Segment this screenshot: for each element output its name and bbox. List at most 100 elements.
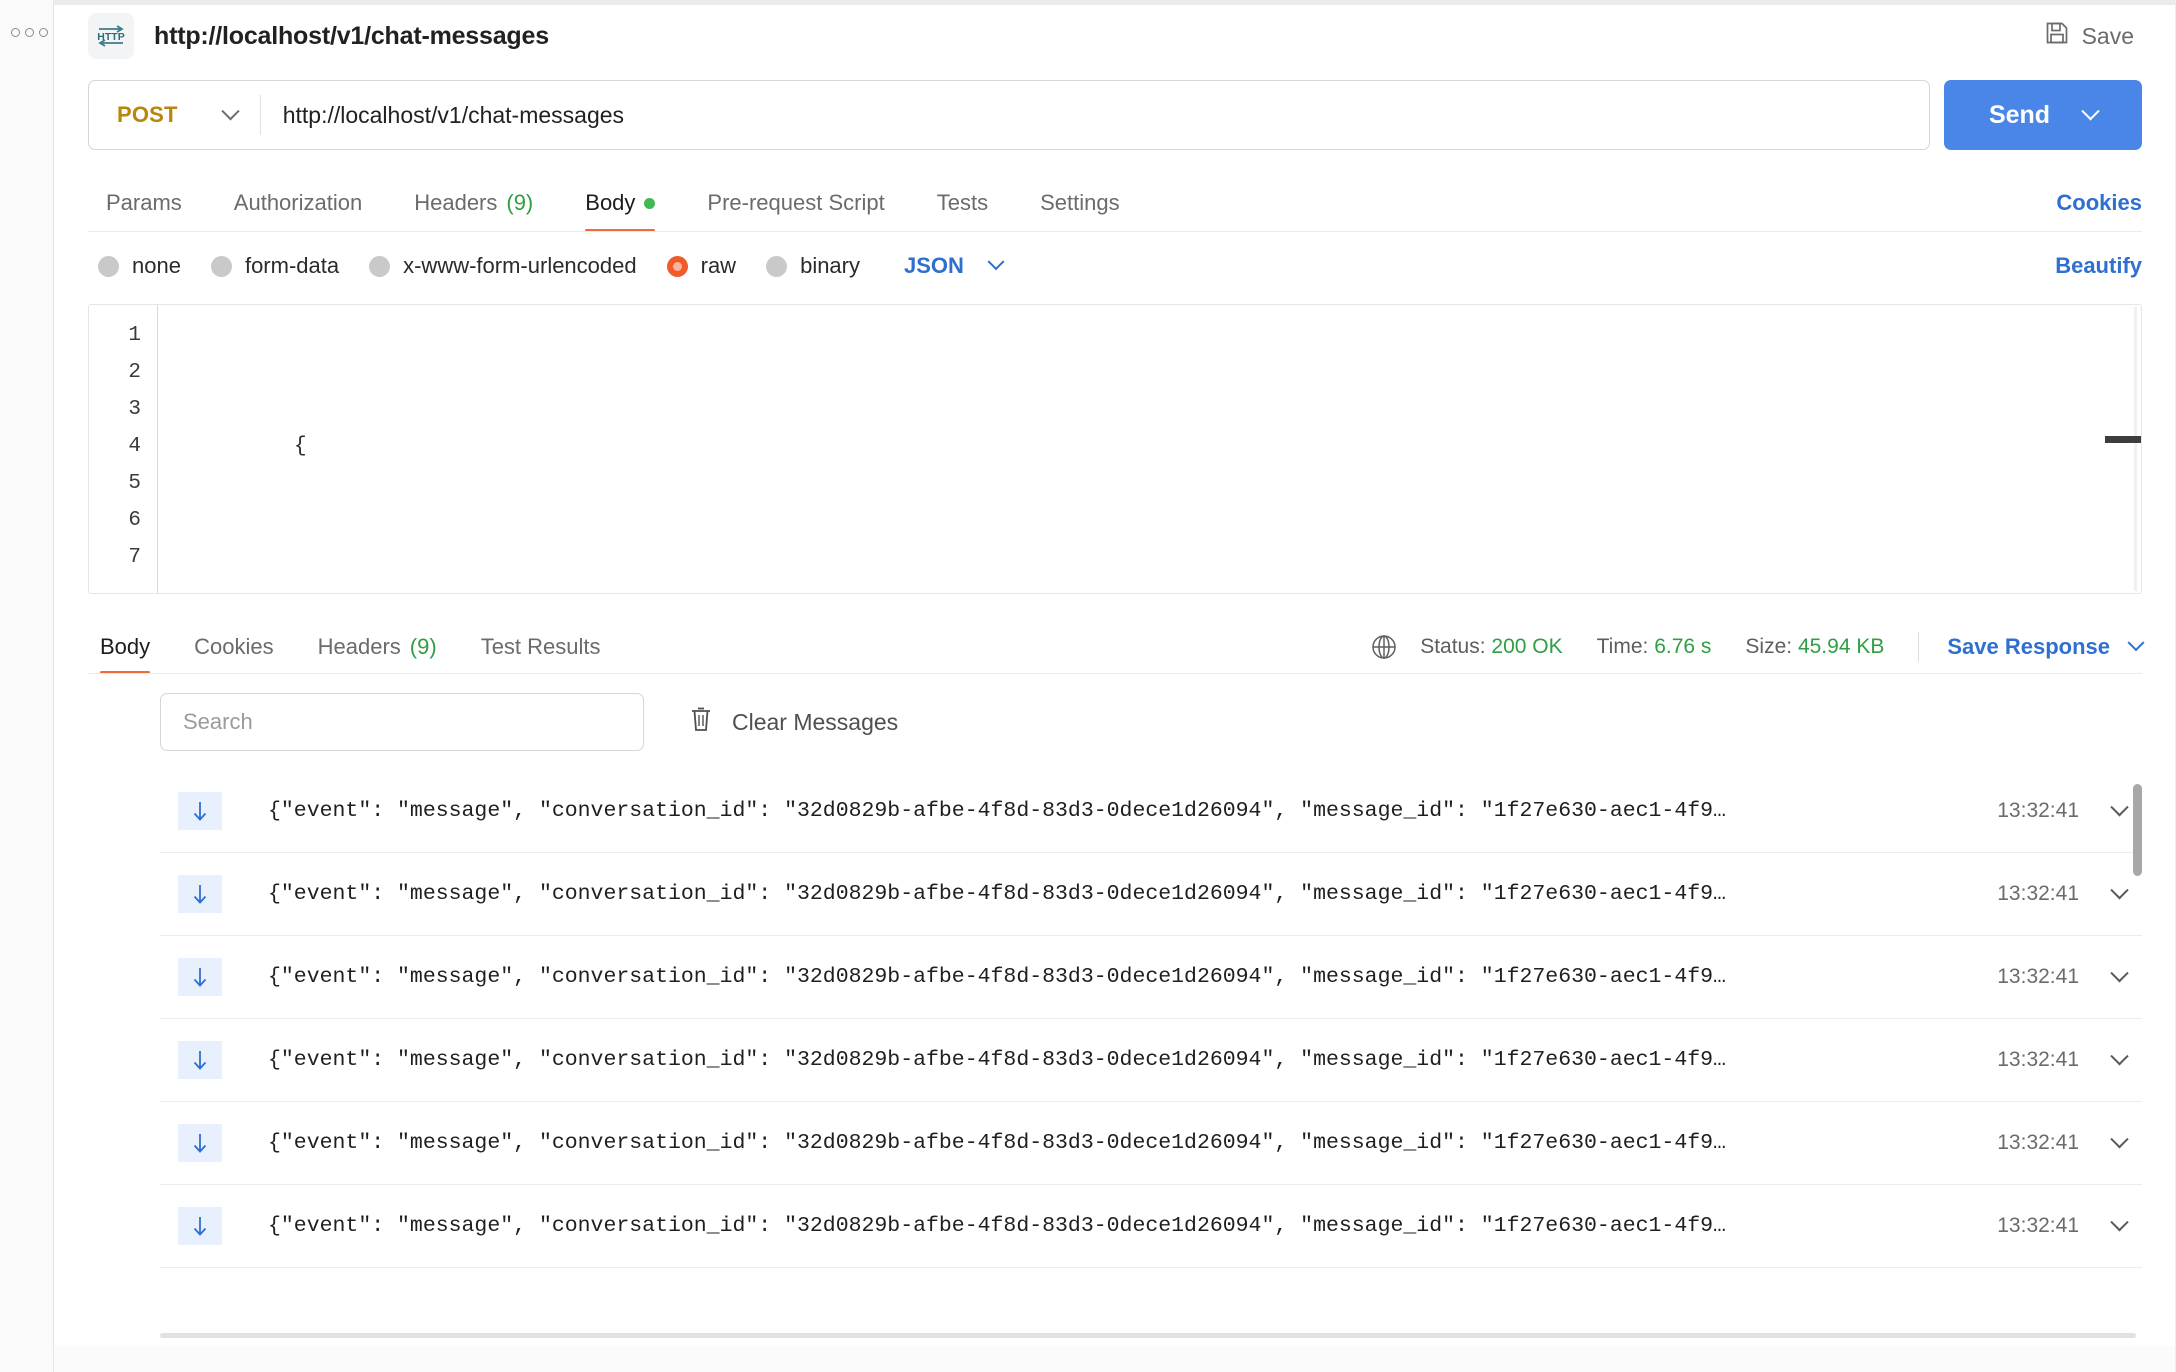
response-tab-headers[interactable]: Headers (9) xyxy=(296,634,459,674)
method-label: POST xyxy=(117,102,178,128)
tab-pre-request-script[interactable]: Pre-request Script xyxy=(681,190,910,232)
body-format-label: JSON xyxy=(904,253,964,279)
tab-count: (9) xyxy=(410,634,437,660)
message-row[interactable]: {"event": "message", "conversation_id": … xyxy=(160,1019,2142,1102)
arrow-down-icon xyxy=(178,1207,222,1245)
response-tabs-divider xyxy=(88,673,2142,674)
save-response-label: Save Response xyxy=(1947,634,2110,660)
request-body-editor[interactable]: 1 2 3 4 5 6 7 { ····"inputs":{}, ····"qu… xyxy=(88,304,2142,594)
chevron-down-icon[interactable] xyxy=(2113,1137,2126,1150)
send-button-label: Send xyxy=(1989,101,2050,130)
tab-settings[interactable]: Settings xyxy=(1014,190,1146,232)
status-code-readout: Status: 200 OK xyxy=(1420,635,1562,659)
message-row[interactable]: {"event": "message", "conversation_id": … xyxy=(160,770,2142,853)
response-tab-cookies[interactable]: Cookies xyxy=(172,634,295,674)
body-type-label: raw xyxy=(701,253,736,279)
message-row[interactable]: {"event": "message", "conversation_id": … xyxy=(160,853,2142,936)
url-input[interactable] xyxy=(261,102,1929,129)
message-text: {"event": "message", "conversation_id": … xyxy=(268,1048,1973,1072)
tab-tests[interactable]: Tests xyxy=(911,190,1014,232)
postman-window: HTTP http://localhost/v1/chat-messages S… xyxy=(0,0,2176,1372)
tab-label: Tests xyxy=(937,190,988,216)
radio-icon[interactable] xyxy=(369,256,390,277)
radio-icon[interactable] xyxy=(211,256,232,277)
response-tab-body[interactable]: Body xyxy=(88,634,172,674)
chevron-down-icon xyxy=(2128,634,2145,651)
tab-body[interactable]: Body xyxy=(559,190,681,232)
response-time-readout: Time: 6.76 s xyxy=(1597,635,1712,659)
send-button[interactable]: Send xyxy=(1944,80,2142,150)
chevron-down-icon[interactable] xyxy=(2113,1054,2126,1067)
message-timestamp: 13:32:41 xyxy=(1997,1048,2079,1072)
tab-headers[interactable]: Headers (9) xyxy=(388,190,559,232)
svg-text:HTTP: HTTP xyxy=(97,31,124,43)
response-tab-test-results[interactable]: Test Results xyxy=(459,634,623,674)
tab-label: Params xyxy=(106,190,182,216)
url-input-group: POST xyxy=(88,80,1930,150)
message-text: {"event": "message", "conversation_id": … xyxy=(268,882,1973,906)
request-titlebar: HTTP http://localhost/v1/chat-messages S… xyxy=(54,0,2176,72)
editor-current-line-marker xyxy=(2105,436,2141,443)
code-line: ····"inputs":{}, xyxy=(162,576,2141,593)
chevron-down-icon[interactable] xyxy=(2113,805,2126,818)
ellipsis-icon[interactable] xyxy=(11,28,48,37)
message-row[interactable]: {"event": "message", "conversation_id": … xyxy=(160,1185,2142,1268)
line-number: 7 xyxy=(89,539,157,576)
message-timestamp: 13:32:41 xyxy=(1997,965,2079,989)
message-text: {"event": "message", "conversation_id": … xyxy=(268,1214,1973,1238)
chevron-down-icon[interactable] xyxy=(2113,971,2126,984)
body-type-binary[interactable]: binary xyxy=(766,253,860,279)
code-token: { xyxy=(294,435,307,458)
url-bar: POST Send xyxy=(54,80,2176,150)
clear-messages-button[interactable]: Clear Messages xyxy=(688,705,898,739)
chevron-down-icon[interactable] xyxy=(2081,102,2099,120)
bottom-strip xyxy=(54,1346,2176,1372)
beautify-link[interactable]: Beautify xyxy=(2055,253,2142,279)
message-row[interactable]: {"event": "message", "conversation_id": … xyxy=(160,936,2142,1019)
radio-icon[interactable] xyxy=(766,256,787,277)
window-top-strip xyxy=(54,0,2176,5)
arrow-down-icon xyxy=(178,792,222,830)
code-line: { xyxy=(162,391,2141,502)
body-type-form-data[interactable]: form-data xyxy=(211,253,339,279)
body-type-label: form-data xyxy=(245,253,339,279)
main-panel: HTTP http://localhost/v1/chat-messages S… xyxy=(54,0,2176,1372)
save-button-label: Save xyxy=(2082,23,2134,50)
body-type-raw[interactable]: raw xyxy=(667,253,736,279)
body-type-none[interactable]: none xyxy=(98,253,181,279)
save-button[interactable]: Save xyxy=(2036,14,2142,58)
arrow-down-icon xyxy=(178,958,222,996)
messages-toolbar: Clear Messages xyxy=(54,674,2176,770)
messages-scrollbar-thumb[interactable] xyxy=(2133,784,2142,876)
tab-label: Body xyxy=(585,190,635,216)
chevron-down-icon[interactable] xyxy=(2113,888,2126,901)
body-type-urlencoded[interactable]: x-www-form-urlencoded xyxy=(369,253,637,279)
tab-label: Test Results xyxy=(481,634,601,660)
body-format-selector[interactable]: JSON xyxy=(904,253,1002,279)
editor-scrollbar-track[interactable] xyxy=(2134,307,2137,591)
message-timestamp: 13:32:41 xyxy=(1997,799,2079,823)
radio-icon-selected[interactable] xyxy=(667,256,688,277)
radio-icon[interactable] xyxy=(98,256,119,277)
save-response-button[interactable]: Save Response xyxy=(1947,634,2142,660)
method-selector[interactable]: POST xyxy=(89,81,261,149)
search-input[interactable] xyxy=(160,693,644,751)
tabs-divider xyxy=(88,231,2142,232)
tab-authorization[interactable]: Authorization xyxy=(208,190,388,232)
editor-code-area[interactable]: { ····"inputs":{}, ····"query":"今天吃什么? "… xyxy=(157,305,2141,593)
horizontal-scrollbar[interactable] xyxy=(160,1333,2136,1338)
chevron-down-icon[interactable] xyxy=(2113,1220,2126,1233)
body-type-options: none form-data x-www-form-urlencoded raw… xyxy=(54,232,2176,300)
body-type-label: x-www-form-urlencoded xyxy=(403,253,637,279)
left-rail xyxy=(0,0,54,1372)
response-size-readout: Size: 45.94 KB xyxy=(1745,635,1884,659)
arrow-down-icon xyxy=(178,875,222,913)
cookies-link[interactable]: Cookies xyxy=(2056,190,2142,232)
modified-dot-icon xyxy=(644,198,655,209)
line-number: 6 xyxy=(89,502,157,539)
time-value: 6.76 s xyxy=(1654,635,1711,658)
line-number: 5 xyxy=(89,465,157,502)
message-row[interactable]: {"event": "message", "conversation_id": … xyxy=(160,1102,2142,1185)
arrow-down-icon xyxy=(178,1041,222,1079)
tab-params[interactable]: Params xyxy=(88,190,208,232)
